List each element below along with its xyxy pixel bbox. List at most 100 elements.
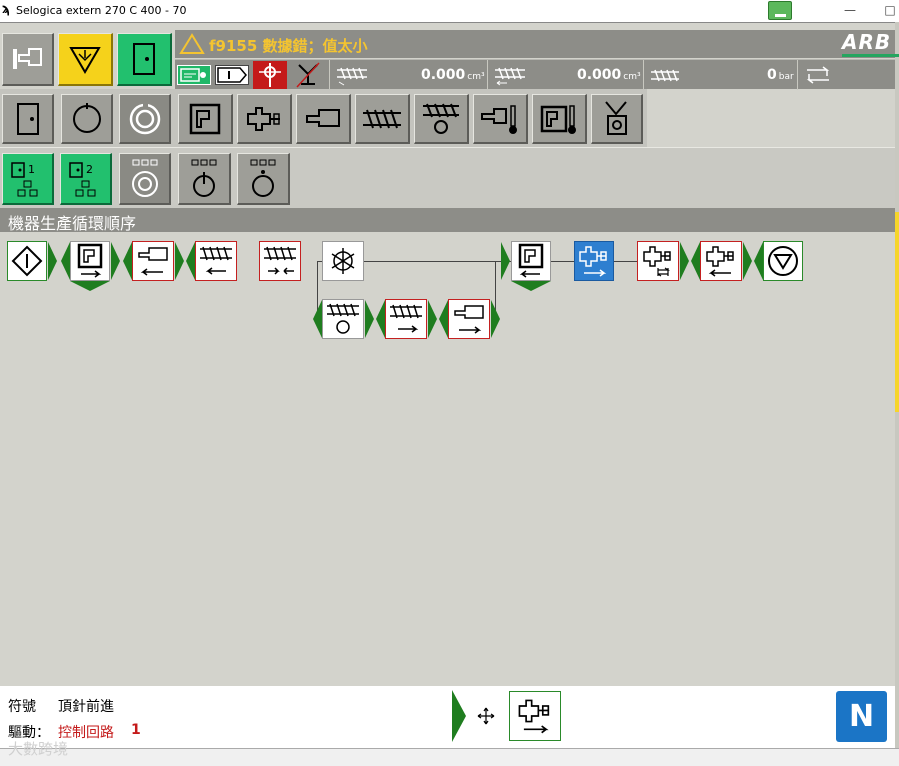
temperature-button[interactable] (473, 94, 528, 144)
sequence-step-ejector-forward[interactable] (574, 241, 614, 281)
i-mode-icon[interactable] (215, 65, 249, 85)
start-icon (250, 159, 276, 197)
door-icon (133, 43, 155, 75)
robot-icon[interactable] (291, 61, 325, 89)
n-button[interactable]: N (836, 691, 887, 742)
sequence-2-button[interactable]: 2 (60, 153, 112, 205)
window-title: Selogica extern 270 C 400 - 70 (16, 4, 187, 17)
selected-step-arrow (452, 690, 466, 742)
screw-back-icon (493, 64, 527, 90)
symbol-label: 符號 (8, 699, 36, 715)
selected-step-icon[interactable] (509, 691, 561, 741)
sequence-step-nozzle-back[interactable] (132, 241, 174, 281)
sequence-step-screw-back[interactable] (195, 241, 237, 281)
sequence-2-icon: 2 (68, 161, 95, 196)
sequence-step-plasticize[interactable] (322, 299, 364, 339)
plasticize-icon (327, 303, 359, 334)
injection-icon (264, 246, 296, 275)
sequence-step-end[interactable] (763, 241, 803, 281)
alarm-button[interactable] (58, 33, 113, 86)
bottom-strip (0, 748, 899, 766)
auto-cycle-button[interactable] (119, 94, 171, 144)
swap-icon[interactable] (803, 64, 833, 90)
sequence-1-button[interactable]: 1 (2, 153, 54, 205)
error-message: f9155 數據錯；值太小 (209, 37, 368, 55)
temp-icon (481, 104, 517, 134)
cycle-icon (131, 159, 158, 197)
drive-number: 1 (131, 722, 141, 738)
ejector-button[interactable] (237, 94, 292, 144)
mold-temp-icon (540, 104, 576, 134)
screw-forward-icon (390, 304, 422, 333)
alarm-icon (69, 47, 101, 74)
ejector-shake-icon (643, 246, 671, 277)
info-panel: 符號 頂針前進 驅動： 控制回路 1 (0, 686, 895, 748)
watermark: 大數跨境 (8, 740, 69, 758)
screw-back-icon (200, 246, 232, 275)
door-button[interactable] (117, 33, 172, 86)
screw-volume-icon (335, 64, 369, 90)
status-bar: f9155 數據錯；值太小 (175, 30, 895, 58)
minimize-button[interactable]: — (842, 2, 858, 18)
ejector-red-icon[interactable] (253, 61, 287, 89)
nozzle-button[interactable] (296, 94, 351, 144)
snowflake-icon (331, 248, 355, 274)
ejector-forward-icon (579, 246, 607, 277)
plasticizing-button[interactable] (414, 94, 469, 144)
mold-open-icon (518, 243, 544, 278)
sequence-1-icon: 1 (10, 161, 37, 196)
tray-app-icon[interactable] (768, 1, 792, 20)
power-icon (191, 159, 217, 197)
cycle-icon (129, 102, 160, 134)
logo-underline (842, 54, 899, 57)
arburg-logo: ARB (842, 30, 892, 54)
sequence-step-injection[interactable] (259, 241, 301, 281)
sequence-step-ejector-back[interactable] (700, 241, 742, 281)
sequence-step-mold-open[interactable] (511, 241, 551, 281)
plasticize-icon (423, 103, 459, 134)
injection-button[interactable] (355, 94, 410, 144)
dosing-volume-readout: 0.000 cm³ (421, 67, 485, 83)
warning-icon (179, 33, 205, 54)
sequence-start-button[interactable] (237, 153, 290, 205)
sequence-step-cooling[interactable] (322, 241, 364, 281)
ejector-back-icon (706, 246, 734, 277)
injection-unit-icon (247, 106, 280, 131)
card-key-icon[interactable] (177, 65, 211, 85)
nozzle-back-icon (138, 247, 168, 276)
cushion-volume-readout: 0.000 cm³ (577, 67, 641, 83)
sequence-step-ejector-shake[interactable] (637, 241, 679, 281)
screw-pressure-icon (649, 64, 683, 90)
sequence-step-decompress[interactable] (385, 299, 427, 339)
title-bar: ϡ Selogica extern 270 C 400 - 70 — □ (0, 0, 899, 22)
sequence-step-start[interactable] (7, 241, 47, 281)
mold-button[interactable] (178, 94, 233, 144)
machine-setup-icon (12, 48, 42, 69)
app-logo-icon: ϡ (2, 2, 11, 17)
machine-setup-button[interactable] (2, 33, 54, 86)
sequence-stop-button[interactable] (178, 153, 231, 205)
door-button-2[interactable] (2, 94, 54, 144)
readout-bar: 0.000 cm³ 0.000 cm³ 0 bar (175, 59, 895, 90)
gripper-button[interactable] (591, 94, 643, 144)
svg-text:2: 2 (86, 163, 93, 176)
svg-text:1: 1 (28, 163, 35, 176)
mold-icon (189, 103, 221, 134)
gripper-icon (604, 100, 627, 135)
stop-button[interactable] (61, 94, 113, 144)
circle-icon (72, 102, 101, 133)
sequence-step-mold-close[interactable] (70, 241, 110, 281)
symbol-value: 頂針前進 (58, 699, 114, 715)
sequence-step-nozzle-forward[interactable] (448, 299, 490, 339)
end-triangle-icon (768, 246, 798, 276)
maximize-button[interactable]: □ (882, 2, 898, 18)
move-icon[interactable] (476, 706, 496, 726)
door-icon (16, 102, 39, 135)
nozzle-forward-icon (454, 305, 484, 334)
screw-icon (363, 109, 401, 128)
ejector-forward-icon (518, 699, 550, 734)
section-title: 機器生產循環順序 (8, 214, 137, 233)
nozzle-icon (306, 108, 340, 127)
mold-temperature-button[interactable] (532, 94, 587, 144)
sequence-cycle-button[interactable] (119, 153, 171, 205)
